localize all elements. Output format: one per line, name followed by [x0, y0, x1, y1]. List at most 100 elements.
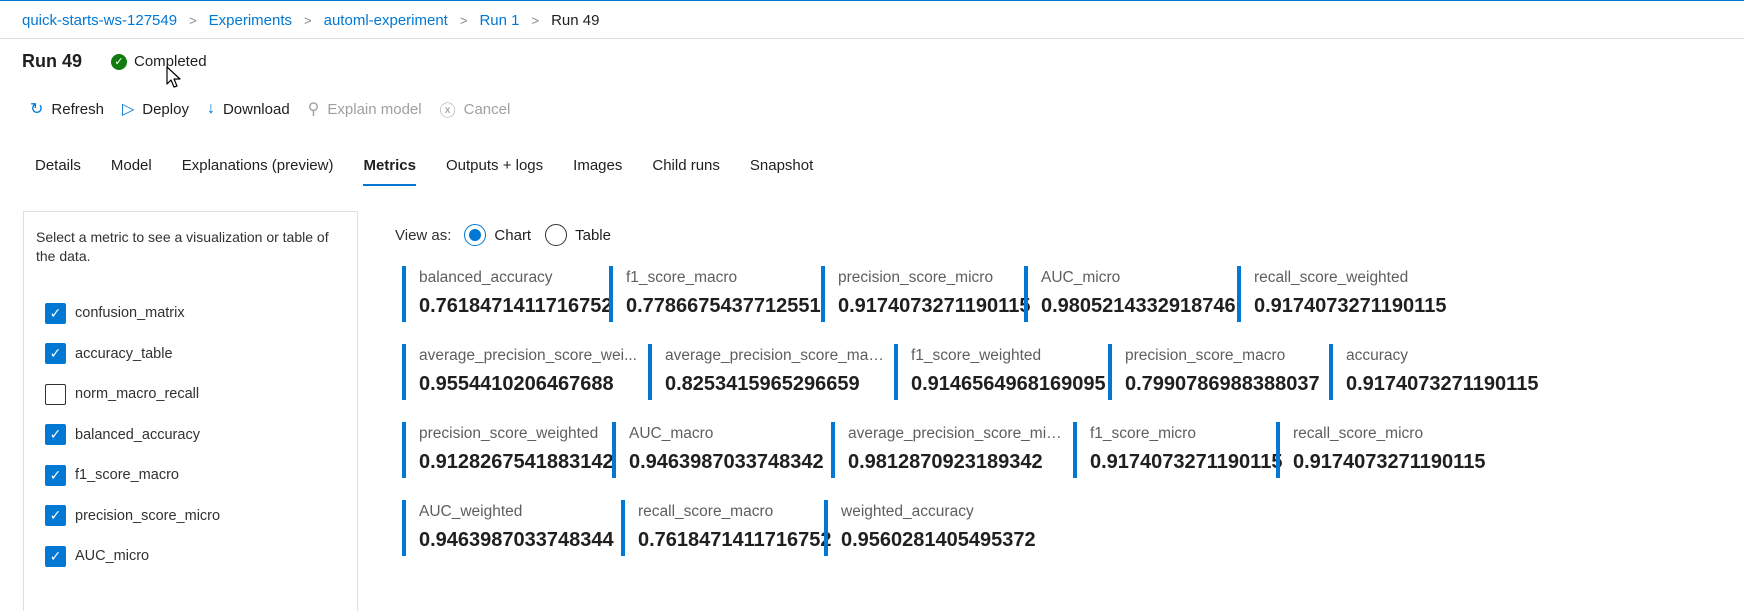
radio-table[interactable]: Table [545, 224, 611, 246]
checkbox-checked-icon[interactable]: ✓ [45, 505, 66, 527]
metric-checkbox-label: balanced_accuracy [75, 426, 200, 443]
radio-chart[interactable]: Chart [464, 224, 531, 246]
deploy-label: Deploy [142, 100, 189, 118]
toolbar: ↻ Refresh ▷ Deploy ↓ Download ⚲ Explain … [30, 97, 528, 121]
checkbox-checked-icon[interactable]: ✓ [45, 343, 66, 365]
panel-description: Select a metric to see a visualization o… [36, 229, 329, 264]
metric-name: recall_score_weighted [1254, 269, 1409, 286]
metric-value: 0.9174073271190115 [838, 295, 1031, 317]
metric-checkbox-item[interactable]: ✓ accuracy_table [45, 334, 220, 375]
metric-checkbox-item[interactable]: ✓ confusion_matrix [45, 293, 220, 334]
metric-value: 0.9554410206467688 [419, 373, 614, 395]
metric-value: 0.9146564968169095 [911, 373, 1106, 395]
metric-card: average_precision_score_mac... 0.82534159… [648, 344, 885, 400]
breadcrumb-experiment[interactable]: automl-experiment [324, 12, 448, 29]
tab-outputs-logs[interactable]: Outputs + logs [446, 157, 543, 186]
checkbox-checked-icon[interactable]: ✓ [45, 545, 66, 567]
metric-value: 0.7618471411716752 [638, 529, 832, 551]
tab-images[interactable]: Images [573, 157, 622, 186]
metric-name: AUC_weighted [419, 503, 523, 520]
breadcrumb-parent-run[interactable]: Run 1 [479, 12, 519, 29]
metric-value: 0.9812870923189342 [848, 451, 1043, 473]
metric-name: f1_score_macro [626, 269, 738, 286]
metric-card: average_precision_score_micro 0.981287092… [831, 422, 1064, 478]
metric-value: 0.9174073271190115 [1293, 451, 1486, 473]
metric-selector-panel: Select a metric to see a visualization o… [23, 211, 358, 611]
metric-checkbox-item[interactable]: ✓ balanced_accuracy [45, 415, 220, 456]
metric-checkbox-item[interactable]: norm_macro_recall [45, 374, 220, 415]
metric-name: precision_score_micro [838, 269, 994, 286]
metric-value: 0.9463987033748342 [629, 451, 824, 473]
checkbox-unchecked-icon[interactable] [45, 383, 66, 405]
metric-checkbox-item[interactable]: ✓ f1_score_macro [45, 455, 220, 496]
metric-card: f1_score_macro 0.7786675437712551 [609, 266, 821, 322]
metric-name: accuracy [1346, 347, 1409, 364]
metric-value: 0.9805214332918746 [1041, 295, 1236, 317]
checkbox-checked-icon[interactable]: ✓ [45, 302, 66, 324]
metric-checkbox-label: AUC_micro [75, 548, 150, 565]
download-label: Download [222, 100, 290, 118]
metric-name: precision_score_macro [1125, 347, 1286, 364]
cancel-button[interactable]: ⓧ Cancel [440, 97, 511, 121]
metric-row: precision_score_weighted 0.91282675418831… [402, 422, 1518, 490]
breadcrumb-experiments[interactable]: Experiments [209, 12, 292, 29]
metric-row: AUC_weighted 0.9463987033748344 recall_sco… [402, 500, 1518, 568]
tab-snapshot[interactable]: Snapshot [750, 157, 813, 186]
metric-card: recall_score_macro 0.7618471411716752 [621, 500, 832, 556]
refresh-icon: ↻ [30, 101, 44, 118]
play-icon: ▷ [121, 101, 135, 118]
checkbox-checked-icon[interactable]: ✓ [45, 464, 66, 486]
status-badge: ✓ Completed [111, 53, 207, 70]
breadcrumb-separator: > [459, 12, 468, 28]
breadcrumb-separator: > [304, 12, 312, 28]
metric-card: recall_score_micro 0.9174073271190115 [1276, 422, 1486, 478]
refresh-button[interactable]: ↻ Refresh [30, 99, 104, 119]
metric-checkbox-item[interactable]: ✓ AUC_micro [45, 536, 220, 577]
metric-card: accuracy 0.9174073271190115 [1329, 344, 1538, 400]
metric-checkbox-label: norm_macro_recall [75, 386, 200, 403]
tab-metrics[interactable]: Metrics [363, 157, 416, 186]
metric-name: average_precision_score_wei... [419, 347, 637, 364]
metric-name: average_precision_score_mac... [665, 347, 885, 364]
metric-card: precision_score_weighted 0.91282675418831… [402, 422, 614, 478]
metric-checkbox-item[interactable]: ✓ precision_score_micro [45, 496, 220, 537]
metric-checkbox-label: precision_score_micro [75, 507, 221, 524]
check-circle-icon: ✓ [111, 53, 127, 70]
tab-details[interactable]: Details [35, 157, 81, 186]
tab-child-runs[interactable]: Child runs [652, 157, 720, 186]
metric-checkbox-label: accuracy_table [75, 345, 173, 362]
metric-name: f1_score_weighted [911, 347, 1042, 364]
download-button[interactable]: ↓ Download [207, 100, 290, 118]
metric-value: 0.7618471411716752 [419, 295, 613, 317]
metric-value: 0.9174073271190115 [1090, 451, 1283, 473]
explain-model-label: Explain model [327, 100, 422, 118]
metric-name: weighted_accuracy [841, 503, 974, 520]
deploy-button[interactable]: ▷ Deploy [122, 99, 189, 119]
tab-explanations[interactable]: Explanations (preview) [182, 157, 334, 186]
download-icon: ↓ [206, 100, 215, 117]
metric-name: recall_score_micro [1293, 425, 1424, 442]
radio-chart-label: Chart [494, 226, 532, 244]
metric-value: 0.9174073271190115 [1254, 295, 1447, 317]
tab-model[interactable]: Model [111, 157, 152, 186]
breadcrumb-separator: > [531, 12, 540, 28]
metric-value: 0.7990786988388037 [1125, 373, 1320, 395]
top-accent-line [0, 0, 1744, 1]
checkbox-checked-icon[interactable]: ✓ [45, 424, 66, 446]
refresh-label: Refresh [51, 100, 104, 118]
metric-card: AUC_weighted 0.9463987033748344 [402, 500, 614, 556]
metric-card: average_precision_score_wei... 0.95544102… [402, 344, 639, 400]
metric-name: AUC_micro [1041, 269, 1121, 286]
mouse-cursor-icon [166, 66, 181, 88]
breadcrumb-workspace[interactable]: quick-starts-ws-127549 [22, 12, 177, 29]
metric-value: 0.7786675437712551 [626, 295, 821, 317]
metric-value: 0.9463987033748344 [419, 529, 614, 551]
metric-card: f1_score_weighted 0.9146564968169095 [894, 344, 1106, 400]
explain-model-button[interactable]: ⚲ Explain model [308, 99, 422, 119]
metric-name: AUC_macro [629, 425, 714, 442]
breadcrumb: quick-starts-ws-127549 > Experiments > a… [22, 10, 599, 30]
radio-selected-icon [464, 224, 487, 246]
metric-value: 0.8253415965296659 [665, 373, 860, 395]
metric-card: weighted_accuracy 0.9560281405495372 [824, 500, 1036, 556]
metric-card: balanced_accuracy 0.7618471411716752 [402, 266, 613, 322]
